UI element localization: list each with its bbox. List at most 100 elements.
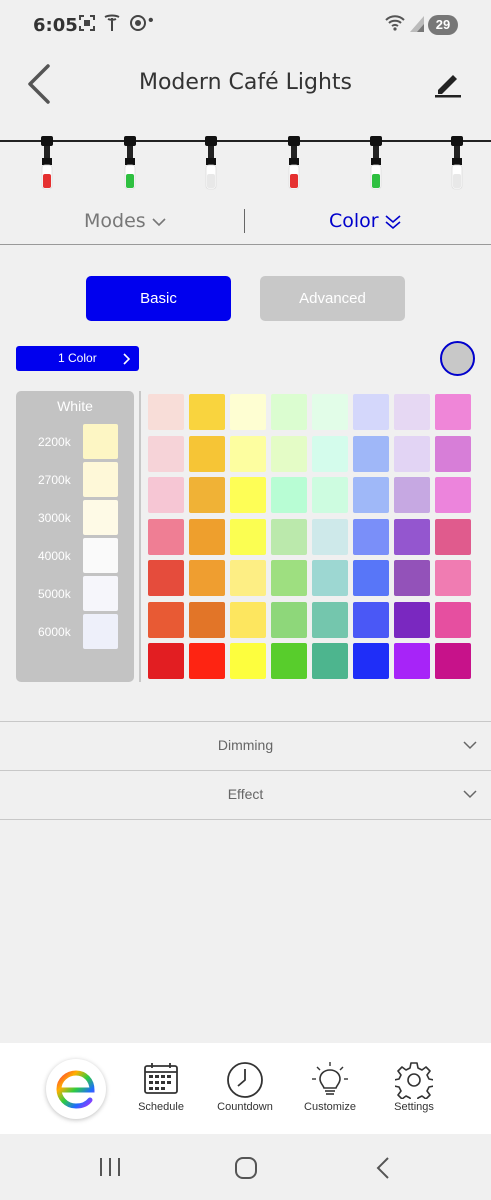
palette-color-swatch[interactable] xyxy=(271,518,307,555)
strand-bulb xyxy=(37,133,57,195)
chevron-down-icon xyxy=(463,741,477,750)
palette-color-swatch[interactable] xyxy=(435,477,471,513)
palette-color-swatch[interactable] xyxy=(148,477,184,513)
palette-color-swatch[interactable] xyxy=(353,643,389,679)
palette-color-swatch[interactable] xyxy=(148,643,184,679)
nav-countdown[interactable]: Countdown xyxy=(205,1061,285,1121)
color-count-button[interactable]: 1 Color xyxy=(16,346,139,371)
palette-color-swatch[interactable] xyxy=(189,601,225,638)
palette-color-swatch[interactable] xyxy=(312,518,348,555)
palette-color-swatch[interactable] xyxy=(435,394,471,430)
basic-button[interactable]: Basic xyxy=(86,276,231,321)
app-logo-button[interactable] xyxy=(46,1059,106,1119)
palette-color-swatch[interactable] xyxy=(189,643,225,679)
palette-color-swatch[interactable] xyxy=(353,435,389,472)
white-temp-label: 4000k xyxy=(38,549,71,563)
palette-color-swatch[interactable] xyxy=(435,560,471,596)
palette-color-swatch[interactable] xyxy=(271,601,307,638)
dimming-accordion[interactable]: Dimming xyxy=(0,721,491,770)
palette-color-swatch[interactable] xyxy=(148,435,184,472)
palette-color-swatch[interactable] xyxy=(271,560,307,596)
palette-color-swatch[interactable] xyxy=(353,518,389,555)
nav-customize[interactable]: Customize xyxy=(290,1061,370,1121)
color-palette-grid xyxy=(148,394,472,680)
white-temp-swatch xyxy=(83,424,118,459)
palette-color-swatch[interactable] xyxy=(230,477,266,513)
palette-color-swatch[interactable] xyxy=(312,477,348,513)
palette-color-swatch[interactable] xyxy=(189,394,225,430)
palette-color-swatch[interactable] xyxy=(189,477,225,513)
edit-pencil-icon[interactable] xyxy=(432,68,464,100)
palette-color-swatch[interactable] xyxy=(312,560,348,596)
palette-color-swatch[interactable] xyxy=(271,435,307,472)
nav-settings[interactable]: Settings xyxy=(374,1061,454,1121)
white-temp-option[interactable]: 4000k xyxy=(16,538,134,574)
palette-color-swatch[interactable] xyxy=(435,601,471,638)
system-back-icon[interactable] xyxy=(374,1156,392,1180)
page-title: Modern Café Lights xyxy=(138,70,353,95)
strand-bulb xyxy=(447,133,467,195)
palette-color-swatch[interactable] xyxy=(435,518,471,555)
palette-color-swatch[interactable] xyxy=(394,394,430,430)
palette-color-swatch[interactable] xyxy=(353,394,389,430)
status-dot: • xyxy=(148,12,154,29)
palette-color-swatch[interactable] xyxy=(230,601,266,638)
palette-color-swatch[interactable] xyxy=(394,601,430,638)
chevron-down-icon xyxy=(463,790,477,799)
palette-color-swatch[interactable] xyxy=(271,643,307,679)
palette-color-swatch[interactable] xyxy=(230,643,266,679)
color-count-label: 1 Color xyxy=(58,351,97,365)
nav-schedule[interactable]: Schedule xyxy=(121,1061,201,1121)
tab-modes[interactable]: Modes xyxy=(84,210,166,232)
white-temp-label: 6000k xyxy=(38,625,71,639)
advanced-button[interactable]: Advanced xyxy=(260,276,405,321)
palette-color-swatch[interactable] xyxy=(312,394,348,430)
palette-color-swatch[interactable] xyxy=(435,643,471,679)
palette-color-swatch[interactable] xyxy=(394,518,430,555)
white-temp-option[interactable]: 3000k xyxy=(16,500,134,536)
effect-accordion[interactable]: Effect xyxy=(0,770,491,819)
palette-color-swatch[interactable] xyxy=(148,560,184,596)
palette-color-swatch[interactable] xyxy=(271,394,307,430)
white-temp-label: 3000k xyxy=(38,511,71,525)
selected-color-swatch[interactable] xyxy=(440,341,475,376)
nav-schedule-label: Schedule xyxy=(138,1101,184,1113)
palette-color-swatch[interactable] xyxy=(230,518,266,555)
white-temp-label: 2700k xyxy=(38,473,71,487)
chevron-down-icon xyxy=(152,217,166,226)
palette-color-swatch[interactable] xyxy=(148,394,184,430)
palette-color-swatch[interactable] xyxy=(353,601,389,638)
palette-color-swatch[interactable] xyxy=(189,518,225,555)
clock-icon xyxy=(227,1062,263,1098)
palette-color-swatch[interactable] xyxy=(189,560,225,596)
palette-color-swatch[interactable] xyxy=(230,435,266,472)
palette-color-swatch[interactable] xyxy=(148,518,184,555)
palette-color-swatch[interactable] xyxy=(230,394,266,430)
palette-color-swatch[interactable] xyxy=(312,435,348,472)
palette-color-swatch[interactable] xyxy=(148,601,184,638)
white-temp-option[interactable]: 2200k xyxy=(16,424,134,460)
palette-color-swatch[interactable] xyxy=(312,643,348,679)
home-icon[interactable] xyxy=(234,1156,258,1180)
enbrighten-logo-icon xyxy=(56,1070,95,1109)
palette-color-swatch[interactable] xyxy=(353,477,389,513)
recent-apps-icon[interactable] xyxy=(98,1156,122,1178)
white-temp-swatch xyxy=(83,576,118,611)
system-navigation-bar xyxy=(0,1134,491,1200)
palette-color-swatch[interactable] xyxy=(394,477,430,513)
palette-color-swatch[interactable] xyxy=(271,477,307,513)
palette-color-swatch[interactable] xyxy=(353,560,389,596)
white-temp-label: 5000k xyxy=(38,587,71,601)
palette-color-swatch[interactable] xyxy=(189,435,225,472)
white-temp-option[interactable]: 2700k xyxy=(16,462,134,498)
white-temp-option[interactable]: 5000k xyxy=(16,576,134,612)
palette-color-swatch[interactable] xyxy=(435,435,471,472)
palette-color-swatch[interactable] xyxy=(230,560,266,596)
palette-color-swatch[interactable] xyxy=(394,643,430,679)
palette-color-swatch[interactable] xyxy=(394,435,430,472)
palette-color-swatch[interactable] xyxy=(312,601,348,638)
palette-color-swatch[interactable] xyxy=(394,560,430,596)
tab-color[interactable]: Color xyxy=(329,210,401,232)
white-temp-option[interactable]: 6000k xyxy=(16,614,134,650)
nav-customize-label: Customize xyxy=(304,1101,356,1113)
